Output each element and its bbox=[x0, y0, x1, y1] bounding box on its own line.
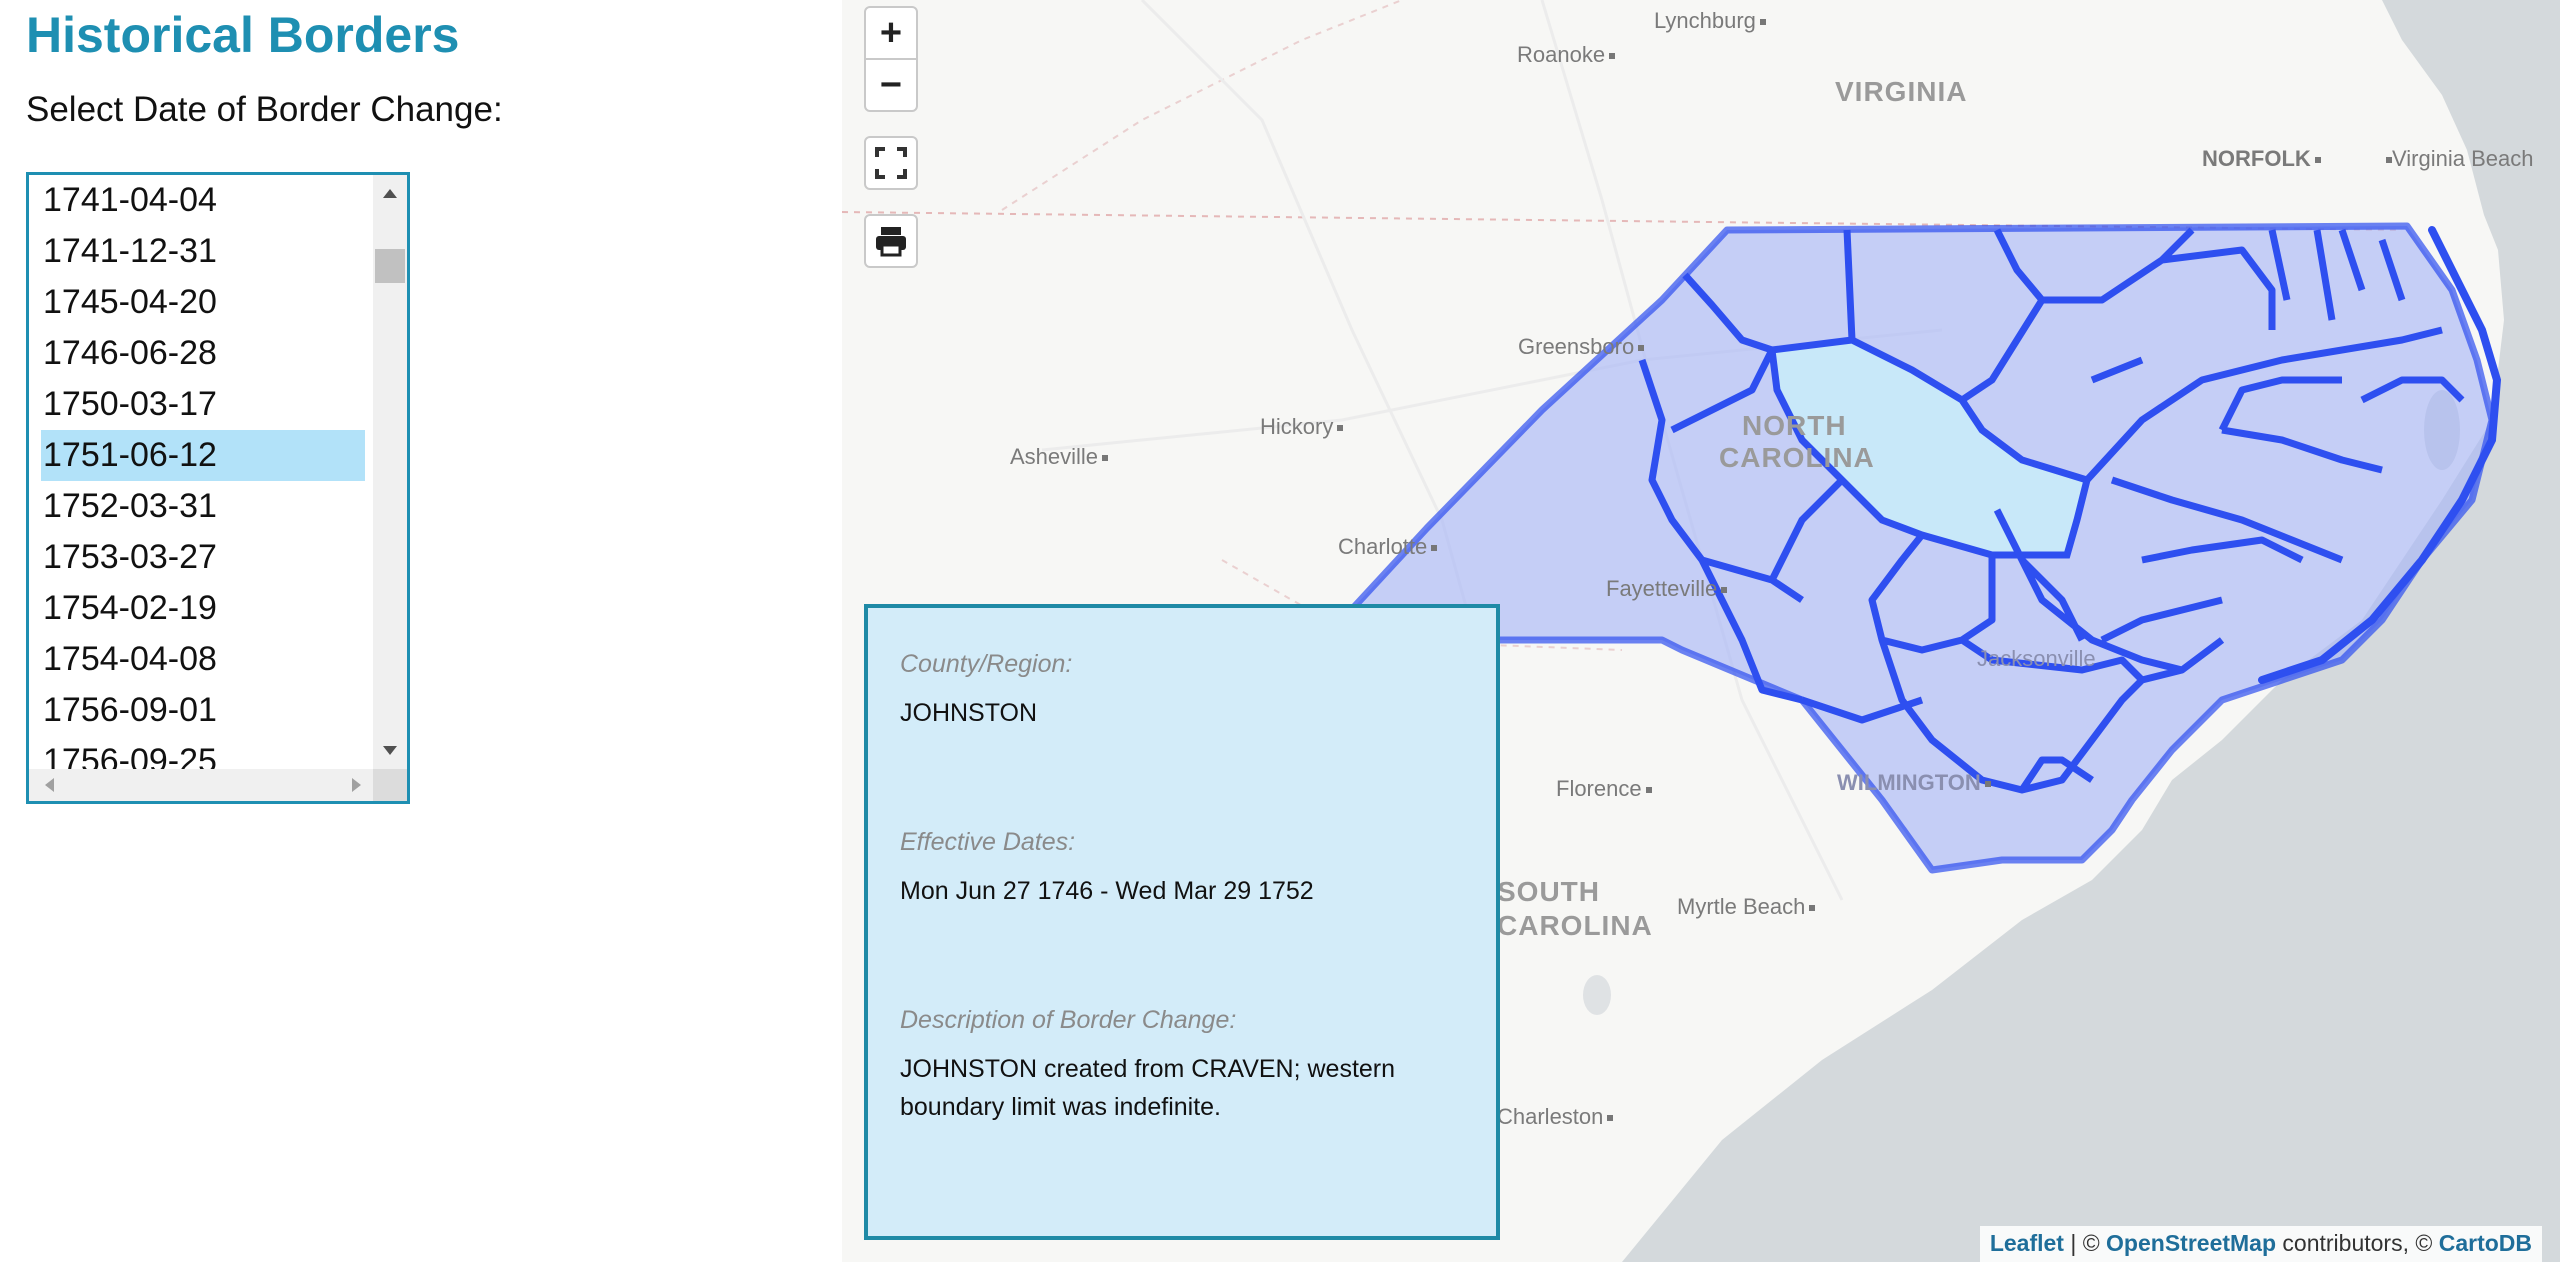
date-listbox[interactable]: 1741-04-04 1741-12-31 1745-04-20 1746-06… bbox=[26, 172, 410, 804]
place-label-fayetteville: Fayetteville bbox=[1606, 576, 1728, 602]
date-option[interactable]: 1741-12-31 bbox=[41, 226, 365, 277]
place-label-hickory: Hickory bbox=[1260, 414, 1344, 440]
place-label-jacksonville: Jacksonville bbox=[1977, 646, 2096, 671]
date-option[interactable]: 1756-09-01 bbox=[41, 685, 365, 736]
description-heading: Description of Border Change: bbox=[900, 1006, 1237, 1034]
dates-value: Mon Jun 27 1746 - Wed Mar 29 1752 bbox=[900, 877, 1314, 905]
place-label-wilmington: WILMINGTON bbox=[1837, 770, 1991, 796]
state-label-carolina: CAROLINA bbox=[1719, 442, 1875, 473]
date-option[interactable]: 1753-03-27 bbox=[41, 532, 365, 583]
scroll-down-icon[interactable] bbox=[383, 746, 397, 755]
attribution-contributors: contributors, © bbox=[2276, 1230, 2439, 1256]
date-option[interactable]: 1752-03-31 bbox=[41, 481, 365, 532]
state-label-sc-carolina: CAROLINA bbox=[1497, 910, 1653, 941]
place-label-virginia-beach: Virginia Beach bbox=[2382, 146, 2533, 172]
printer-icon bbox=[876, 227, 906, 257]
vertical-scrollbar[interactable] bbox=[373, 175, 407, 769]
place-label-charleston: Charleston bbox=[1497, 1104, 1614, 1130]
county-heading: County/Region: bbox=[900, 650, 1073, 678]
county-info-panel: County/Region: JOHNSTON Effective Dates:… bbox=[864, 604, 1500, 1240]
zoom-in-button[interactable]: + bbox=[864, 6, 918, 60]
state-label-virginia: VIRGINIA bbox=[1835, 76, 1968, 107]
date-option[interactable]: 1750-03-17 bbox=[41, 379, 365, 430]
scroll-right-icon[interactable] bbox=[352, 778, 361, 792]
place-label-norfolk: NORFOLK bbox=[2202, 146, 2321, 172]
state-label-north: NORTH bbox=[1742, 410, 1847, 441]
county-value: JOHNSTON bbox=[900, 699, 1038, 727]
horizontal-scrollbar[interactable] bbox=[29, 769, 375, 801]
place-label-asheville: Asheville bbox=[1010, 444, 1109, 470]
zoom-out-button[interactable]: − bbox=[864, 58, 918, 112]
state-label-south: SOUTH bbox=[1497, 876, 1600, 907]
cartodb-link[interactable]: CartoDB bbox=[2439, 1230, 2532, 1256]
leaflet-link[interactable]: Leaflet bbox=[1990, 1230, 2064, 1256]
date-option-selected[interactable]: 1751-06-12 bbox=[41, 430, 365, 481]
scrollbar-corner bbox=[373, 769, 407, 801]
scrollbar-thumb[interactable] bbox=[375, 249, 405, 283]
place-label-lynchburg: Lynchburg bbox=[1654, 8, 1766, 34]
dates-heading: Effective Dates: bbox=[900, 828, 1076, 856]
date-option[interactable]: 1746-06-28 bbox=[41, 328, 365, 379]
map-attribution: Leaflet | © OpenStreetMap contributors, … bbox=[1979, 1226, 2542, 1262]
description-value: JOHNSTON created from CRAVEN; western bo… bbox=[900, 1055, 1396, 1121]
place-label-charlotte: Charlotte bbox=[1338, 534, 1438, 560]
sidebar-panel: Historical Borders Select Date of Border… bbox=[0, 0, 842, 1247]
scroll-left-icon[interactable] bbox=[45, 778, 54, 792]
lake-water bbox=[1583, 975, 1611, 1015]
place-label-myrtle-beach: Myrtle Beach bbox=[1677, 894, 1816, 920]
map-container[interactable]: Lynchburg Roanoke VIRGINIA NORFOLK Virgi… bbox=[842, 0, 2560, 1262]
date-select-label: Select Date of Border Change: bbox=[26, 90, 503, 129]
scroll-up-icon[interactable] bbox=[383, 189, 397, 198]
fullscreen-icon bbox=[875, 147, 907, 179]
print-button[interactable] bbox=[864, 214, 918, 268]
date-option[interactable]: 1745-04-20 bbox=[41, 277, 365, 328]
place-label-roanoke: Roanoke bbox=[1517, 42, 1616, 68]
date-option[interactable]: 1741-04-04 bbox=[41, 175, 365, 226]
fullscreen-button[interactable] bbox=[864, 136, 918, 190]
place-label-florence: Florence bbox=[1556, 776, 1652, 802]
state-border-va-west bbox=[1001, 0, 1403, 211]
date-option[interactable]: 1754-04-08 bbox=[41, 634, 365, 685]
date-option[interactable]: 1754-02-19 bbox=[41, 583, 365, 634]
openstreetmap-link[interactable]: OpenStreetMap bbox=[2106, 1230, 2276, 1256]
attribution-separator: | © bbox=[2063, 1230, 2107, 1256]
page-title: Historical Borders bbox=[26, 7, 460, 63]
place-label-greensboro: Greensboro bbox=[1518, 334, 1645, 360]
